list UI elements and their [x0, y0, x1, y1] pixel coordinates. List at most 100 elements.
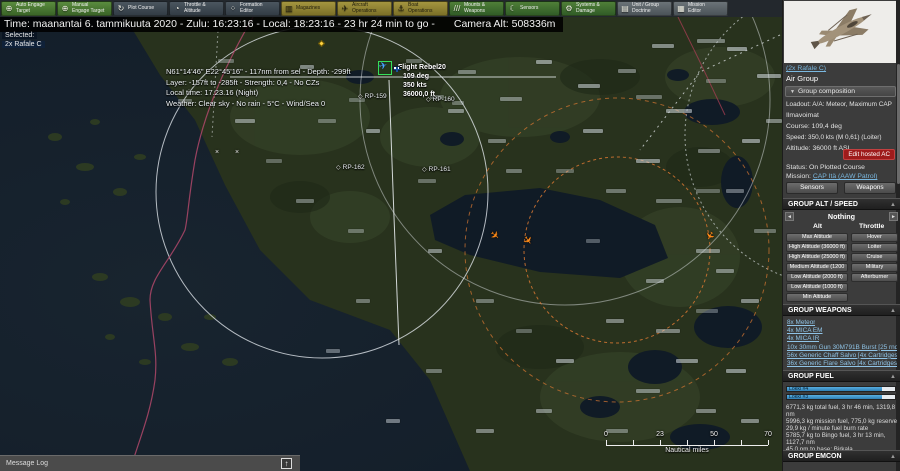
collapse-icon[interactable]: ▲ [890, 305, 896, 317]
weapon-link[interactable]: 10x 30mm Gun 30M791B Burst [25 rnds] [787, 344, 897, 351]
toolbar: ⊕Auto EngageTarget⊕ManualEngage Target↻P… [0, 0, 782, 17]
alt-button-5[interactable]: Low Altitude (1000 ft) [786, 283, 848, 292]
finland-flag-icon [393, 66, 400, 71]
collapse-icon[interactable]: ▲ [890, 451, 896, 463]
alt-button-1[interactable]: High Altitude (36000 ft) [786, 243, 848, 252]
map-place-label [706, 79, 726, 83]
toolbar-button-label: Sensors [520, 6, 538, 12]
toolbar-button-label: MissionEditor [688, 3, 705, 14]
map-place-label [418, 179, 436, 183]
selected-flight-icon[interactable]: ✈ [378, 61, 392, 75]
toolbar-button-label: BoatOperations [408, 3, 432, 14]
ref-point-rp-162[interactable]: ◇RP-162 [336, 164, 365, 171]
map-place-label [536, 60, 552, 64]
map-place-label [500, 97, 522, 101]
toolbar-button-systems-[interactable]: ⚙Systems &Damage [561, 1, 616, 16]
section-group-weapons[interactable]: GROUP WEAPONS▲ [783, 304, 900, 316]
loadout-text: Loadout: A/A: Meteor, Maximum CAP [786, 101, 892, 108]
weapon-link[interactable]: 4x MICA EM [787, 327, 823, 334]
map-place-label [296, 199, 314, 203]
toolbar-button-sensors[interactable]: ☾Sensors [505, 1, 560, 16]
ref-point-rp-161[interactable]: ◇RP-161 [422, 166, 451, 173]
cursor-info-line: Weather: Clear sky - No rain - 5°C - Win… [166, 99, 351, 110]
group-composition-dropdown[interactable]: ▼Group composition [785, 86, 896, 97]
alt-column-header: Alt [813, 223, 822, 230]
toolbar-button-unit-group[interactable]: ▤Unit / GroupDoctrine [617, 1, 672, 16]
map-place-label [618, 69, 636, 73]
throttle-altitude-icon: ◔ [172, 5, 182, 13]
map-place-label [586, 239, 600, 243]
mission-link[interactable]: CAP Itä (AAW Patrol) [813, 173, 878, 180]
map-place-label [676, 359, 698, 363]
weapon-link[interactable]: 4x MICA IR [787, 335, 819, 342]
fuel-bar: Lokki #4 [786, 386, 896, 392]
collapse-icon[interactable]: ▲ [890, 199, 896, 211]
fuel-line: 5996,3 kg mission fuel, 775,0 kg reserve [786, 418, 898, 425]
toolbar-button-boat[interactable]: ⚓BoatOperations [393, 1, 448, 16]
map-place-label [556, 169, 574, 173]
throttle-button-military[interactable]: Military [851, 263, 898, 272]
alt-button-6[interactable]: Min Altitude [786, 293, 848, 302]
unit-group-link[interactable]: (2x Rafale C) [786, 65, 826, 72]
toolbar-button-label: FormationEditor [240, 3, 263, 14]
throttle-button-loiter[interactable]: Loiter [851, 243, 898, 252]
throttle-button-hover[interactable]: Hover [851, 233, 898, 242]
alt-button-2[interactable]: High Altitude (25000 ft) [786, 253, 848, 262]
toolbar-button-auto-engage[interactable]: ⊕Auto EngageTarget [1, 1, 56, 16]
flight-datablock: Flight Rebel20 109 deg 350 kts 36000,0 f… [398, 63, 446, 99]
toolbar-button-formation[interactable]: ⁘FormationEditor [225, 1, 280, 16]
scale-tick-label: 0 [604, 431, 608, 438]
ref-point-label: RP-159 [365, 93, 387, 100]
sensors-button[interactable]: Sensors [786, 182, 838, 194]
ref-point-rp-159[interactable]: ◇RP-159 [358, 93, 387, 100]
message-log-bar[interactable]: Message Log ↑ [0, 455, 300, 471]
alt-button-0[interactable]: Max Altitude [786, 233, 848, 242]
alt-button-3[interactable]: Medium Altitude (1200 [786, 263, 848, 272]
x-marker: × [215, 149, 219, 156]
toolbar-button-aircraft[interactable]: ✈AircraftOperations [337, 1, 392, 16]
map-place-label [636, 95, 662, 99]
map-place-label [636, 159, 660, 163]
map-place-label [726, 189, 744, 193]
aircraft-icon: ✈ [340, 5, 350, 13]
alt-button-4[interactable]: Low Altitude (2000 ft) [786, 273, 848, 282]
map-place-label [666, 109, 692, 113]
ref-point-label: RP-161 [429, 166, 451, 173]
chevron-down-icon: ▼ [790, 89, 795, 95]
throttle-button-afterburner[interactable]: Afterburner [851, 273, 898, 282]
fuel-bar-label: Lokki #4 [789, 387, 808, 393]
altitude-text: Altitude: 36000 ft ASL [786, 145, 851, 152]
expand-log-icon[interactable]: ↑ [281, 458, 292, 469]
map-area[interactable]: Time: maanantai 6. tammikuuta 2020 - Zul… [0, 17, 782, 471]
map-place-label [386, 419, 400, 423]
section-group-fuel[interactable]: GROUP FUEL▲ [783, 370, 900, 382]
throttle-button-cruise[interactable]: Cruise [851, 253, 898, 262]
section-group-alt-speed[interactable]: GROUP ALT / SPEED▲ [783, 198, 900, 210]
next-arrow-icon[interactable]: ► [889, 212, 898, 221]
selected-unit-name[interactable]: 2x Rafale C [2, 41, 45, 48]
scale-tick-label: 23 [656, 431, 664, 438]
weapon-link[interactable]: 36x Generic Flare Salvo [4x Cartridges, … [787, 360, 897, 367]
diamond-icon: ◇ [358, 94, 363, 100]
weapon-link[interactable]: 8x Meteor [787, 319, 815, 326]
section-group-emcon[interactable]: GROUP EMCON▲ [783, 450, 900, 462]
toolbar-button-mission[interactable]: ▦MissionEditor [673, 1, 728, 16]
map-place-label [578, 84, 600, 88]
fuel-bar: Lokki #3 [786, 394, 896, 400]
toolbar-button-magazines[interactable]: ▥Magazines [281, 1, 336, 16]
map-place-label [636, 389, 660, 393]
weapons-button[interactable]: Weapons [844, 182, 896, 194]
toolbar-button-mounts-[interactable]: ///Mounts &Weapons [449, 1, 504, 16]
toolbar-button-manual[interactable]: ⊕ManualEngage Target [57, 1, 112, 16]
prev-arrow-icon[interactable]: ◄ [785, 212, 794, 221]
toolbar-button-plot-course[interactable]: ↻Plot Course [113, 1, 168, 16]
toolbar-button-throttle-[interactable]: ◔Throttle &Altitude [169, 1, 224, 16]
collapse-icon[interactable]: ▲ [890, 371, 896, 383]
edit-hosted-ac-button[interactable]: Edit hosted AC [843, 149, 895, 160]
map-place-label [556, 359, 574, 363]
weapon-link[interactable]: 56x Generic Chaff Salvo [4x Cartridges] [787, 352, 897, 359]
map-place-label [656, 329, 680, 333]
map-place-label [428, 249, 442, 253]
status-time-bar: Time: maanantai 6. tammikuuta 2020 - Zul… [0, 17, 563, 32]
map-place-label [656, 199, 682, 203]
